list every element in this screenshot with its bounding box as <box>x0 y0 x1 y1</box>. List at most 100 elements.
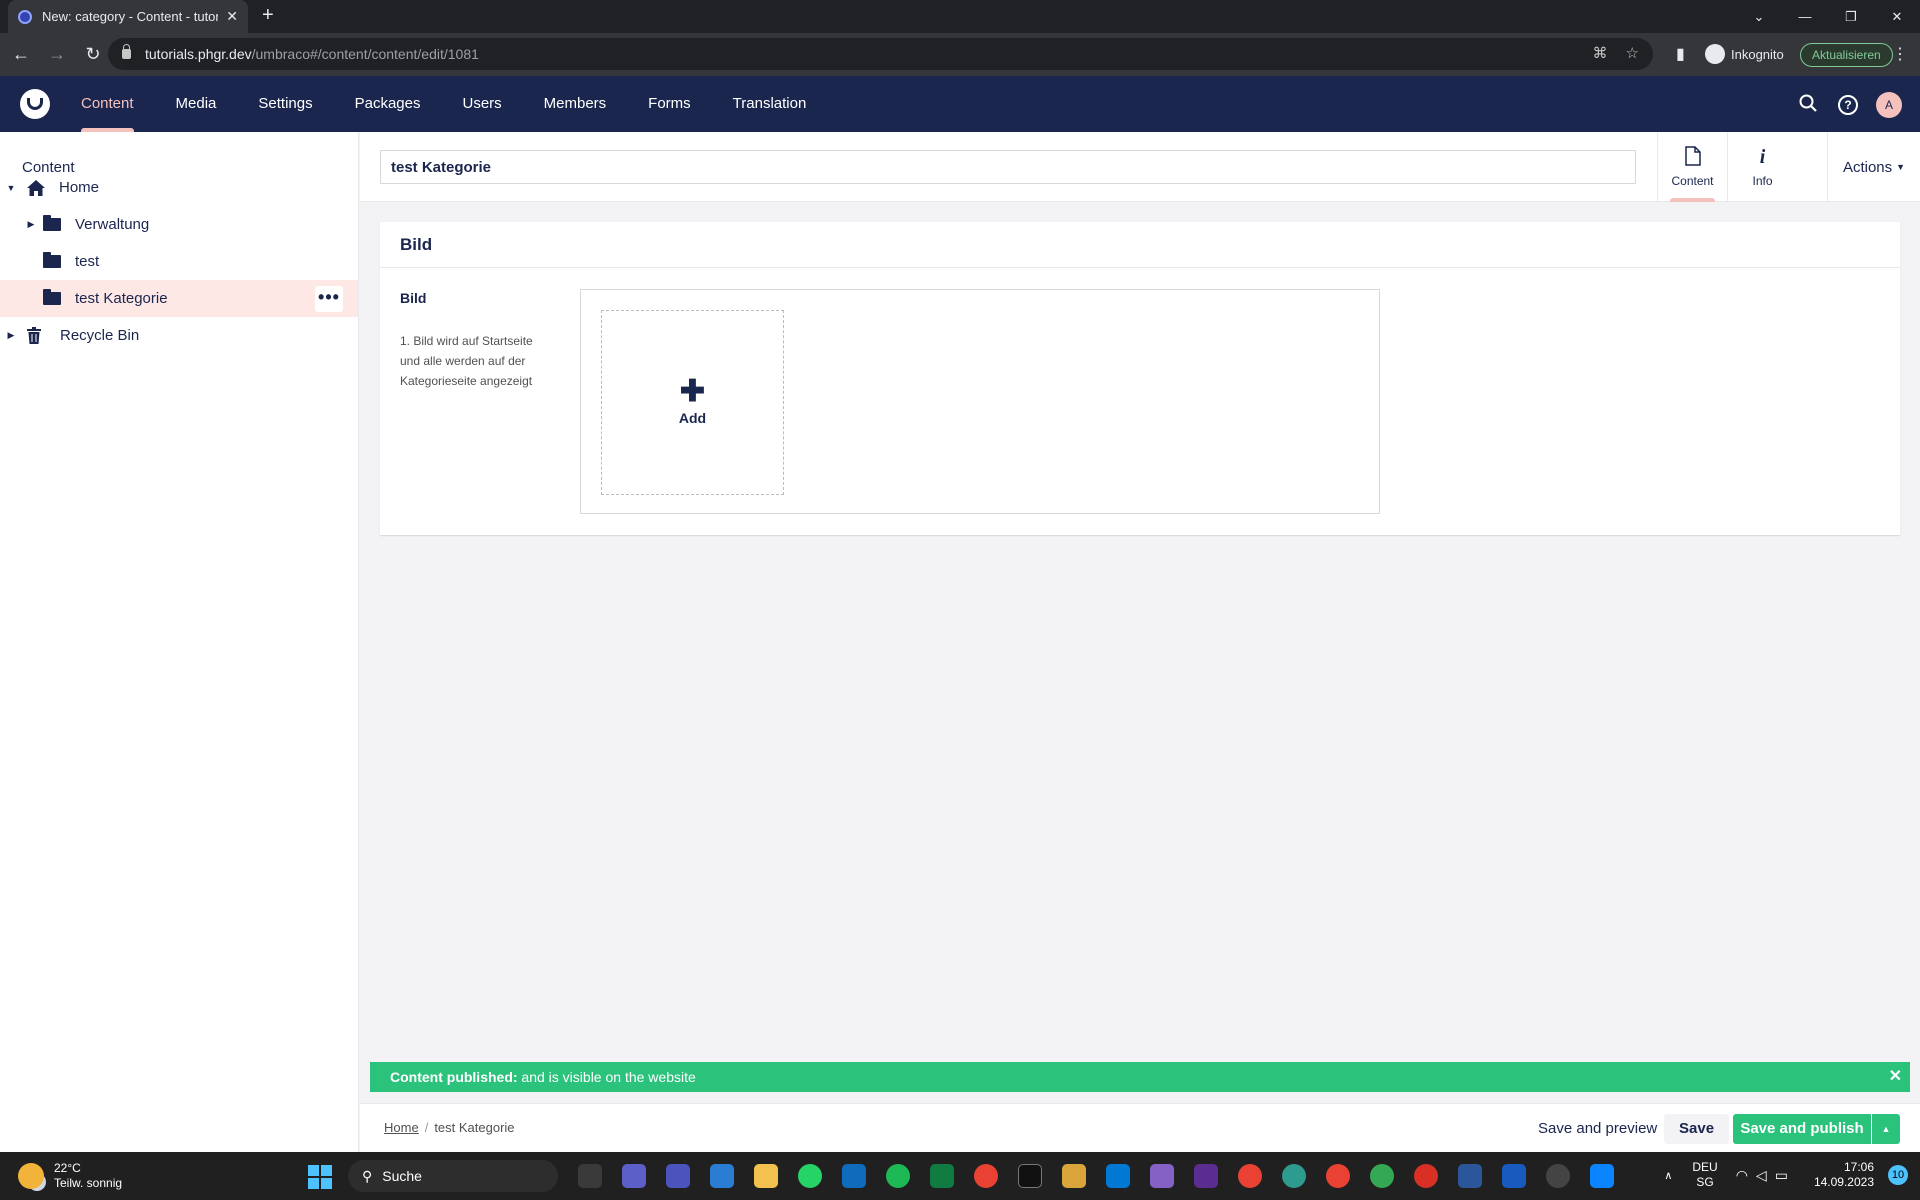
weather-widget[interactable]: 22°C Teilw. sonnig <box>18 1161 122 1191</box>
user-avatar[interactable]: A <box>1876 92 1902 118</box>
side-panel-icon[interactable]: ▮ <box>1676 44 1685 64</box>
app-icon[interactable] <box>1194 1164 1218 1188</box>
section-media[interactable]: Media <box>155 76 238 132</box>
system-tray: ∧ DEU SG ◠◁▭ 17:06 14.09.2023 10 <box>1664 1160 1908 1190</box>
file-explorer-icon[interactable] <box>754 1164 778 1188</box>
search-icon[interactable] <box>1796 94 1820 117</box>
section-translation[interactable]: Translation <box>712 76 828 132</box>
task-view-icon[interactable] <box>578 1164 602 1188</box>
app-icon[interactable] <box>1546 1164 1570 1188</box>
document-name-input[interactable] <box>380 150 1636 184</box>
window-controls: ⌄ — ❐ ✕ <box>1736 0 1920 33</box>
new-tab-button[interactable]: + <box>262 4 274 27</box>
expand-caret-icon[interactable]: ▶ <box>25 219 37 230</box>
section-members[interactable]: Members <box>523 76 628 132</box>
breadcrumb-home-link[interactable]: Home <box>384 1120 419 1135</box>
terminal-icon[interactable] <box>1018 1164 1042 1188</box>
address-bar[interactable]: tutorials.phgr.dev/umbraco#/content/cont… <box>108 38 1653 70</box>
info-icon: i <box>1759 146 1766 168</box>
outlook-icon[interactable] <box>842 1164 866 1188</box>
breadcrumb-current: test Kategorie <box>434 1120 515 1135</box>
bookmark-star-icon[interactable]: ☆ <box>1626 44 1639 62</box>
vscode-icon[interactable] <box>1106 1164 1130 1188</box>
chrome-icon[interactable] <box>1326 1164 1350 1188</box>
chrome-icon[interactable] <box>1238 1164 1262 1188</box>
forward-icon[interactable]: → <box>42 44 72 65</box>
publish-options-caret-icon[interactable]: ▲ <box>1872 1114 1900 1144</box>
translate-icon[interactable]: ⌘ <box>1593 44 1608 62</box>
umbraco-logo-icon[interactable] <box>20 89 50 119</box>
word-icon[interactable] <box>1502 1164 1526 1188</box>
property-group-panel: Bild Bild 1. Bild wird auf Startseite un… <box>380 222 1900 535</box>
lock-icon[interactable] <box>122 44 131 59</box>
taskbar-apps <box>578 1164 1614 1188</box>
tab-info[interactable]: i Info <box>1727 132 1797 202</box>
close-tab-icon[interactable]: ✕ <box>226 8 238 25</box>
section-users[interactable]: Users <box>441 76 522 132</box>
restore-button[interactable]: ❐ <box>1828 0 1874 33</box>
search-icon: ⚲ <box>362 1167 373 1184</box>
section-settings[interactable]: Settings <box>237 76 333 132</box>
network-volume-battery-icons[interactable]: ◠◁▭ <box>1736 1167 1796 1184</box>
incognito-icon <box>1705 44 1725 64</box>
back-icon[interactable]: ← <box>6 44 36 65</box>
browser-toolbar: ← → ↻ tutorials.phgr.dev/umbraco#/conten… <box>0 33 1920 76</box>
save-and-publish-button[interactable]: Save and publish <box>1733 1114 1871 1144</box>
language-indicator[interactable]: DEU SG <box>1692 1160 1717 1190</box>
actions-dropdown[interactable]: Actions ▼ <box>1827 132 1920 202</box>
notification-count-badge[interactable]: 10 <box>1888 1165 1908 1185</box>
tree-item-test[interactable]: test <box>0 243 358 280</box>
tab-search-icon[interactable]: ⌄ <box>1736 0 1782 33</box>
section-packages[interactable]: Packages <box>334 76 442 132</box>
todo-icon[interactable] <box>710 1164 734 1188</box>
add-media-button[interactable]: ✚ Add <box>601 310 784 495</box>
tree-item-home[interactable]: ▼ Home <box>0 169 358 206</box>
visual-studio-icon[interactable] <box>1150 1164 1174 1188</box>
home-icon <box>26 179 46 197</box>
url-text: tutorials.phgr.dev/umbraco#/content/cont… <box>145 46 479 62</box>
incognito-indicator[interactable]: Inkognito <box>1705 44 1784 64</box>
minimize-button[interactable]: — <box>1782 0 1828 33</box>
expand-caret-icon[interactable]: ▼ <box>5 183 17 193</box>
media-picker: ✚ Add <box>580 289 1380 514</box>
windows-start-icon[interactable] <box>308 1165 332 1189</box>
spotify-icon[interactable] <box>886 1164 910 1188</box>
app-icon[interactable] <box>1590 1164 1614 1188</box>
chrome-icon[interactable] <box>1370 1164 1394 1188</box>
tree-item-test-kategorie[interactable]: test Kategorie ••• <box>0 280 358 317</box>
reload-icon[interactable]: ↻ <box>78 44 108 65</box>
close-window-button[interactable]: ✕ <box>1874 0 1920 33</box>
app-icon[interactable] <box>1062 1164 1086 1188</box>
tab-content[interactable]: Content <box>1657 132 1727 202</box>
app-icon[interactable] <box>1282 1164 1306 1188</box>
update-button[interactable]: Aktualisieren <box>1800 43 1893 67</box>
chevron-up-icon[interactable]: ∧ <box>1664 1169 1672 1182</box>
save-button[interactable]: Save <box>1664 1114 1730 1144</box>
tree-item-recycle-bin[interactable]: ▶ Recycle Bin <box>0 317 358 354</box>
tree-item-label: test Kategorie <box>75 290 168 307</box>
excel-icon[interactable] <box>930 1164 954 1188</box>
section-content[interactable]: Content <box>60 76 155 132</box>
tree-item-verwaltung[interactable]: ▶ Verwaltung <box>0 206 358 243</box>
taskbar-search[interactable]: ⚲ Suche <box>348 1160 558 1192</box>
browser-tab[interactable]: New: category - Content - tutorials ✕ <box>8 0 248 33</box>
chrome-icon[interactable] <box>1414 1164 1438 1188</box>
chrome-icon[interactable] <box>974 1164 998 1188</box>
property-label: Bild <box>400 290 427 306</box>
weather-condition: Teilw. sonnig <box>54 1176 123 1190</box>
browser-menu-icon[interactable]: ⋮ <box>1892 44 1908 64</box>
umbraco-header: Content Media Settings Packages Users Me… <box>0 76 1920 132</box>
close-icon[interactable]: ✕ <box>1889 1062 1902 1092</box>
expand-caret-icon[interactable]: ▶ <box>5 330 17 341</box>
help-icon[interactable]: ? <box>1838 95 1858 115</box>
section-forms[interactable]: Forms <box>627 76 712 132</box>
save-and-preview-button[interactable]: Save and preview <box>1528 1114 1667 1144</box>
teams-icon[interactable] <box>666 1164 690 1188</box>
whatsapp-icon[interactable] <box>798 1164 822 1188</box>
folder-icon <box>43 289 61 305</box>
chat-icon[interactable] <box>622 1164 646 1188</box>
app-icon[interactable] <box>1458 1164 1482 1188</box>
more-options-icon[interactable]: ••• <box>315 286 343 312</box>
clock[interactable]: 17:06 14.09.2023 <box>1814 1160 1874 1190</box>
tab-label: Content <box>1671 174 1714 188</box>
